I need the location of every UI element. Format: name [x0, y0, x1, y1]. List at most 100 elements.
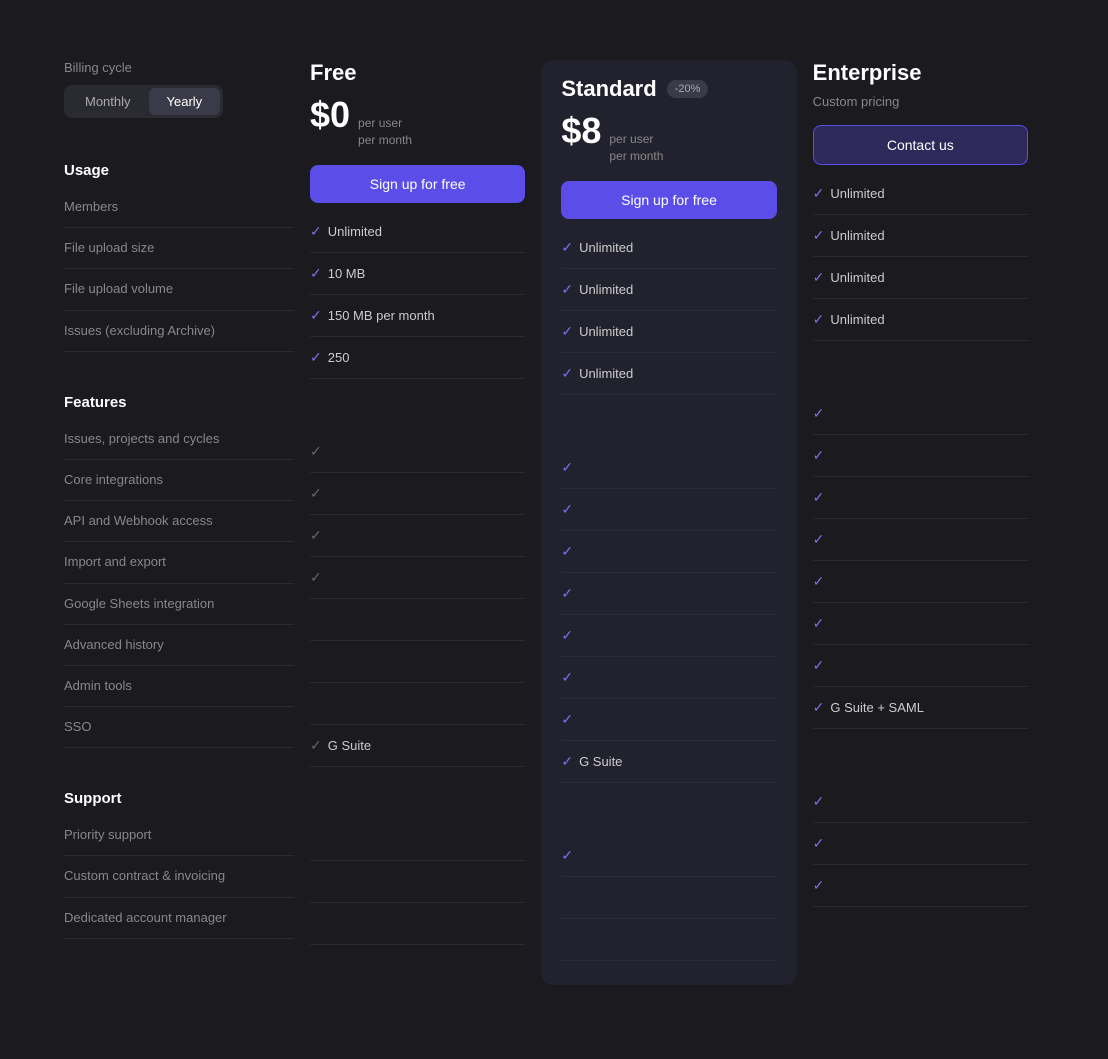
- free-feature-google-sheets: [310, 599, 525, 641]
- free-feature-sso: ✓ G Suite: [310, 725, 525, 767]
- label-file-upload-size: File upload size: [64, 228, 294, 269]
- standard-feature-history: ✓: [561, 657, 776, 699]
- enterprise-feature-import: ✓: [813, 519, 1028, 561]
- check-icon: ✓: [561, 543, 573, 560]
- check-icon: ✓: [813, 531, 825, 548]
- check-icon: ✓: [310, 443, 322, 460]
- check-icon: ✓: [813, 657, 825, 674]
- standard-plan-cta[interactable]: Sign up for free: [561, 181, 776, 219]
- billing-cycle-section: Billing cycle Monthly Yearly: [64, 60, 294, 118]
- enterprise-plan-cta[interactable]: Contact us: [813, 125, 1028, 165]
- enterprise-support-manager: ✓: [813, 865, 1028, 907]
- standard-feature-issues: ✓: [561, 447, 776, 489]
- label-dedicated-manager: Dedicated account manager: [64, 898, 294, 939]
- enterprise-support-contract: ✓: [813, 823, 1028, 865]
- enterprise-feature-issues: ✓: [813, 393, 1028, 435]
- check-icon: ✓: [310, 307, 322, 324]
- free-support-manager: [310, 903, 525, 945]
- check-icon: ✓: [310, 265, 322, 282]
- standard-issues: ✓ Unlimited: [561, 353, 776, 395]
- enterprise-issues: ✓ Unlimited: [813, 299, 1028, 341]
- check-icon: ✓: [813, 489, 825, 506]
- monthly-toggle[interactable]: Monthly: [67, 88, 149, 115]
- free-members: ✓ Unlimited: [310, 211, 525, 253]
- free-plan-price: $0: [310, 94, 350, 136]
- check-icon: ✓: [561, 585, 573, 602]
- free-plan-header: Free $0 per userper month: [310, 60, 525, 149]
- free-feature-admin: [310, 683, 525, 725]
- check-icon: ✓: [561, 711, 573, 728]
- enterprise-plan-column: Enterprise Custom pricing Contact us ✓ U…: [797, 60, 1044, 907]
- free-feature-import: ✓: [310, 557, 525, 599]
- check-icon: ✓: [561, 459, 573, 476]
- standard-plan-price: $8: [561, 110, 601, 152]
- check-icon: ✓: [561, 323, 573, 340]
- yearly-toggle[interactable]: Yearly: [149, 88, 221, 115]
- standard-plan-name: Standard: [561, 76, 656, 102]
- standard-feature-api: ✓: [561, 531, 776, 573]
- standard-support-contract: [561, 877, 776, 919]
- standard-plan-column: Standard -20% $8 per userper month Sign …: [541, 60, 796, 985]
- standard-support-manager: [561, 919, 776, 961]
- enterprise-file-upload-volume: ✓ Unlimited: [813, 257, 1028, 299]
- label-api-webhook: API and Webhook access: [64, 501, 294, 542]
- billing-label: Billing cycle: [64, 60, 294, 75]
- free-feature-api: ✓: [310, 515, 525, 557]
- standard-support-priority: ✓: [561, 835, 776, 877]
- label-import-export: Import and export: [64, 542, 294, 583]
- standard-feature-admin: ✓: [561, 699, 776, 741]
- check-icon: ✓: [813, 615, 825, 632]
- check-icon: ✓: [813, 573, 825, 590]
- label-admin-tools: Admin tools: [64, 666, 294, 707]
- check-icon: ✓: [813, 269, 825, 286]
- check-icon: ✓: [813, 227, 825, 244]
- features-section-header: Features: [64, 382, 294, 419]
- label-issues-projects: Issues, projects and cycles: [64, 419, 294, 460]
- enterprise-custom-pricing: Custom pricing: [813, 94, 1028, 109]
- label-members: Members: [64, 187, 294, 228]
- check-icon: ✓: [561, 365, 573, 382]
- check-icon: ✓: [813, 793, 825, 810]
- enterprise-feature-google-sheets: ✓: [813, 561, 1028, 603]
- standard-file-upload-size: ✓ Unlimited: [561, 269, 776, 311]
- standard-plan-header: Standard -20% $8 per userper month: [561, 76, 776, 165]
- pricing-container: Billing cycle Monthly Yearly Usage Membe…: [64, 60, 1044, 985]
- free-plan-name: Free: [310, 60, 356, 86]
- free-file-upload-size: ✓ 10 MB: [310, 253, 525, 295]
- standard-feature-import: ✓: [561, 573, 776, 615]
- check-icon: ✓: [813, 311, 825, 328]
- enterprise-feature-history: ✓: [813, 603, 1028, 645]
- label-sso: SSO: [64, 707, 294, 748]
- check-icon: ✓: [310, 569, 322, 586]
- standard-feature-google-sheets: ✓: [561, 615, 776, 657]
- feature-labels-column: Billing cycle Monthly Yearly Usage Membe…: [64, 60, 294, 939]
- free-support-priority: [310, 819, 525, 861]
- free-file-upload-volume: ✓ 150 MB per month: [310, 295, 525, 337]
- free-plan-cta[interactable]: Sign up for free: [310, 165, 525, 203]
- free-feature-history: [310, 641, 525, 683]
- check-icon: ✓: [561, 239, 573, 256]
- enterprise-feature-api: ✓: [813, 477, 1028, 519]
- toggle-group: Monthly Yearly: [64, 85, 223, 118]
- free-support-contract: [310, 861, 525, 903]
- standard-file-upload-volume: ✓ Unlimited: [561, 311, 776, 353]
- check-icon: ✓: [813, 699, 825, 716]
- label-advanced-history: Advanced history: [64, 625, 294, 666]
- enterprise-feature-admin: ✓: [813, 645, 1028, 687]
- check-icon: ✓: [561, 847, 573, 864]
- label-custom-contract: Custom contract & invoicing: [64, 856, 294, 897]
- check-icon: ✓: [561, 669, 573, 686]
- label-core-integrations: Core integrations: [64, 460, 294, 501]
- check-icon: ✓: [561, 753, 573, 770]
- label-priority-support: Priority support: [64, 815, 294, 856]
- label-issues: Issues (excluding Archive): [64, 311, 294, 352]
- standard-plan-price-detail: per userper month: [609, 131, 663, 165]
- enterprise-plan-header: Enterprise Custom pricing: [813, 60, 1028, 109]
- free-feature-core-int: ✓: [310, 473, 525, 515]
- free-plan-column: Free $0 per userper month Sign up for fr…: [294, 60, 541, 945]
- label-file-upload-volume: File upload volume: [64, 269, 294, 310]
- check-icon: ✓: [310, 349, 322, 366]
- enterprise-feature-sso: ✓ G Suite + SAML: [813, 687, 1028, 729]
- check-icon: ✓: [813, 877, 825, 894]
- check-icon: ✓: [561, 281, 573, 298]
